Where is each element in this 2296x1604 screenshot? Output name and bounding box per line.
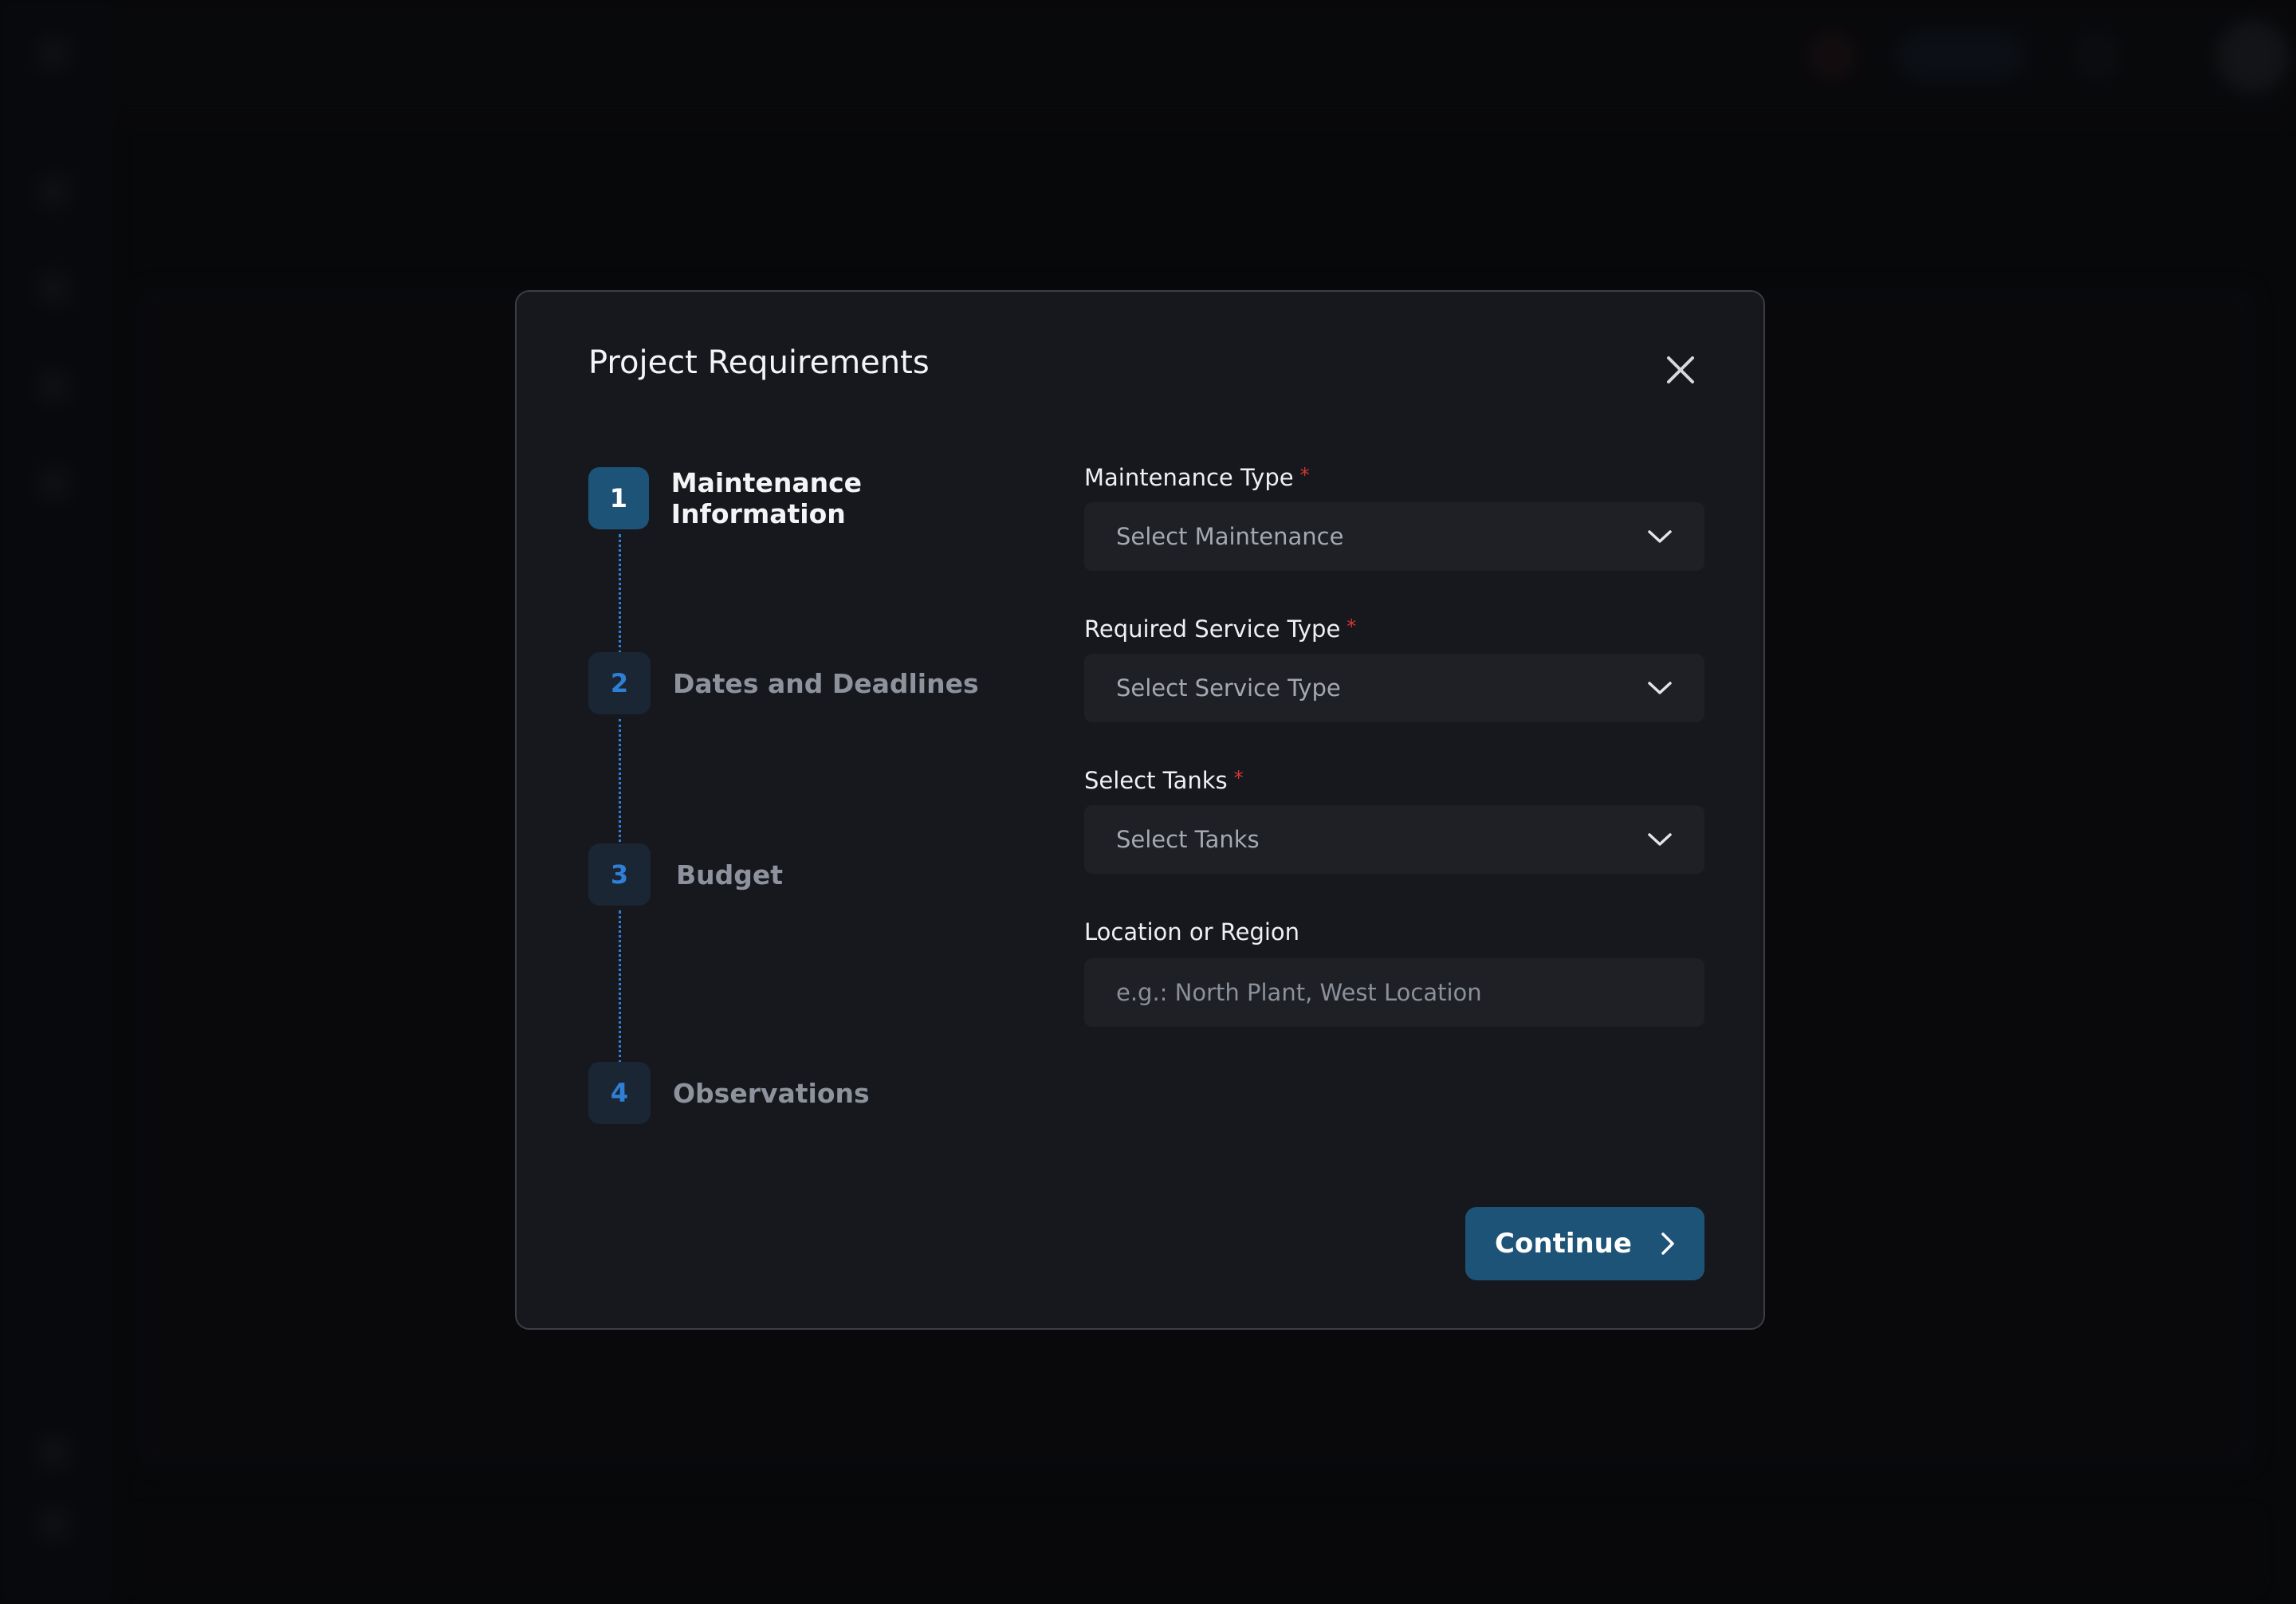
required-marker: * (1299, 464, 1310, 486)
chevron-down-icon (1648, 833, 1672, 846)
field-label-text: Required Service Type (1084, 615, 1341, 643)
step-maintenance-information[interactable]: 1 Maintenance Information (588, 467, 1035, 529)
select-value: Select Service Type (1116, 674, 1341, 702)
step-connector (619, 910, 621, 1063)
maintenance-type-label: Maintenance Type * (1084, 464, 1310, 491)
select-value: Select Tanks (1116, 826, 1260, 853)
step-label: Observations (673, 1077, 870, 1109)
select-value: Select Maintenance (1116, 523, 1344, 550)
project-requirements-modal: Project Requirements 1 Maintenance Infor… (515, 290, 1765, 1330)
continue-button[interactable]: Continue (1465, 1207, 1704, 1280)
step-label: Dates and Deadlines (673, 667, 979, 699)
location-input[interactable] (1084, 958, 1704, 1027)
modal-title: Project Requirements (588, 344, 930, 381)
chevron-right-icon (1661, 1232, 1674, 1255)
step-number: 4 (588, 1062, 651, 1124)
chevron-down-icon (1648, 682, 1672, 694)
step-number: 2 (588, 652, 651, 714)
tanks-label: Select Tanks * (1084, 767, 1244, 794)
close-button[interactable] (1657, 346, 1704, 394)
step-dates-and-deadlines[interactable]: 2 Dates and Deadlines (588, 652, 979, 714)
field-label-text: Maintenance Type (1084, 464, 1294, 491)
field-label-text: Select Tanks (1084, 767, 1228, 794)
step-connector (619, 534, 621, 654)
continue-label: Continue (1495, 1228, 1632, 1260)
step-connector (619, 719, 621, 842)
step-number: 3 (588, 843, 651, 906)
stepper: 1 Maintenance Information 2 Dates and De… (588, 467, 1035, 1153)
step-observations[interactable]: 4 Observations (588, 1062, 870, 1124)
close-icon (1667, 356, 1694, 383)
step-label: Maintenance Information (670, 467, 863, 529)
location-label: Location or Region (1084, 918, 1300, 945)
step-label: Budget (676, 859, 784, 890)
service-type-label: Required Service Type * (1084, 615, 1356, 643)
service-type-select[interactable]: Select Service Type (1084, 654, 1704, 722)
chevron-down-icon (1648, 530, 1672, 543)
maintenance-type-select[interactable]: Select Maintenance (1084, 502, 1704, 571)
tanks-select[interactable]: Select Tanks (1084, 805, 1704, 874)
step-number: 1 (588, 467, 649, 529)
required-marker: * (1347, 615, 1357, 638)
step-budget[interactable]: 3 Budget (588, 843, 783, 906)
required-marker: * (1233, 767, 1244, 789)
